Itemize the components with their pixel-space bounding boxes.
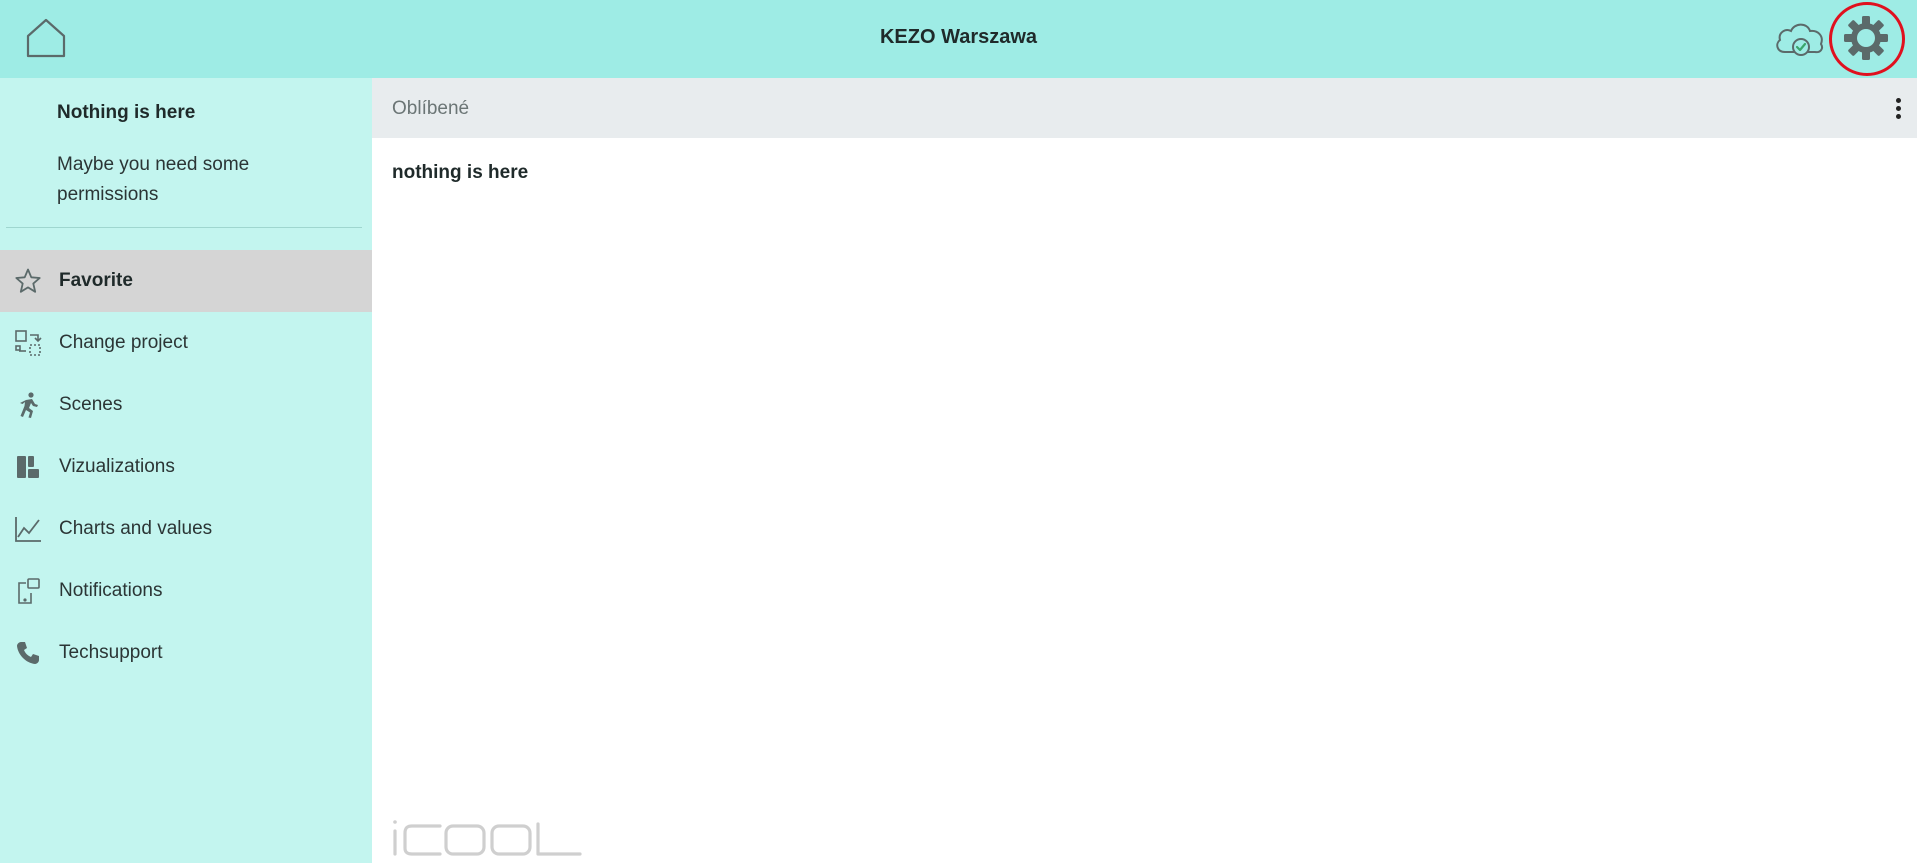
settings-button[interactable]: [1842, 14, 1890, 62]
cloud-check-icon: [1776, 23, 1824, 56]
sidebar-item-favorite[interactable]: Favorite: [0, 250, 372, 312]
cloud-sync-button[interactable]: [1771, 16, 1827, 60]
sidebar-divider: [6, 227, 362, 228]
page-title: Oblíbené: [392, 98, 470, 119]
sidebar-empty-subtitle: Maybe you need some permissions: [57, 154, 250, 205]
content-header: Oblíbené: [372, 78, 1917, 138]
sidebar-empty-title: Nothing is here: [57, 102, 196, 123]
more-options-button[interactable]: [1891, 94, 1905, 122]
app-title: KEZO Warszawa: [879, 26, 1038, 48]
icool-logo: [393, 820, 582, 856]
sidebar-item-label: Notifications: [59, 580, 163, 601]
sidebar-item-change-project[interactable]: Change project: [0, 312, 372, 374]
sidebar-item-notifications[interactable]: Notifications: [0, 560, 372, 622]
sidebar-item-label: Techsupport: [59, 642, 163, 663]
layout-blocks-icon: [14, 453, 42, 481]
line-chart-icon: [14, 515, 42, 543]
sidebar-nav: Favorite Change project Scenes Vizualiza…: [0, 250, 372, 684]
empty-content-message: nothing is here: [392, 162, 529, 183]
sidebar-item-charts-and-values[interactable]: Charts and values: [0, 498, 372, 560]
sidebar-item-scenes[interactable]: Scenes: [0, 374, 372, 436]
sidebar-item-vizualizations[interactable]: Vizualizations: [0, 436, 372, 498]
kebab-dot: [1895, 97, 1901, 103]
running-person-icon: [14, 391, 42, 419]
swap-project-icon: [14, 329, 42, 357]
sidebar: Nothing is here Maybe you need some perm…: [0, 78, 372, 863]
sidebar-item-label: Vizualizations: [59, 456, 175, 477]
star-icon: [14, 267, 42, 295]
kebab-dot: [1895, 105, 1901, 111]
kebab-dot: [1895, 113, 1901, 119]
gear-icon: [1844, 16, 1888, 60]
phone-notification-icon: [14, 577, 42, 605]
sidebar-item-label: Favorite: [59, 270, 133, 291]
sidebar-item-label: Change project: [59, 332, 188, 353]
phone-icon: [14, 639, 42, 667]
sidebar-item-techsupport[interactable]: Techsupport: [0, 622, 372, 684]
sidebar-item-label: Scenes: [59, 394, 123, 415]
sidebar-item-label: Charts and values: [59, 518, 213, 539]
top-bar: KEZO Warszawa: [0, 0, 1917, 78]
